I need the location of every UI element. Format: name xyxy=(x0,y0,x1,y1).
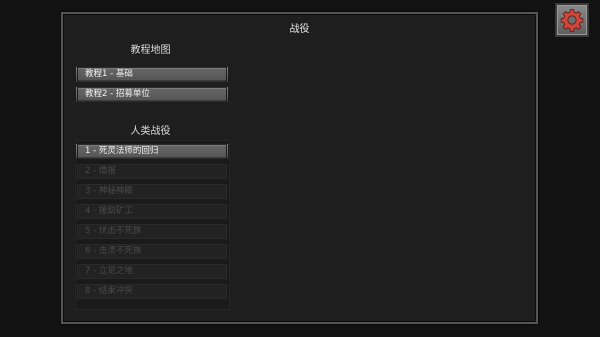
gear-icon xyxy=(560,9,584,32)
mission-button-7: 7 - 立足之地 xyxy=(77,264,227,279)
mission-button-5: 5 - 伏击不死族 xyxy=(77,224,227,239)
campaign-panel: 战役 教程地图 教程1 - 基础 教程2 - 招募单位 人类战役 1 - 死灵法… xyxy=(61,12,538,324)
tutorial-section-title: 教程地图 xyxy=(130,45,171,56)
mission-button-1[interactable]: 1 - 死灵法师的回归 xyxy=(75,143,229,160)
panel-title: 战役 xyxy=(289,24,310,35)
settings-button[interactable] xyxy=(555,3,589,37)
mission-button-8: 8 - 结束冲突 xyxy=(77,284,227,299)
tutorial-list: 教程1 - 基础 教程2 - 招募单位 xyxy=(75,66,229,107)
mission-button-2: 2 - 情报 xyxy=(77,164,227,179)
campaign-section-title: 人类战役 xyxy=(130,126,171,137)
mission-button-4: 4 - 援助矿工 xyxy=(77,204,227,219)
mission-button-3: 3 - 神秘神殿 xyxy=(77,184,227,199)
campaign-list: 1 - 死灵法师的回归 2 - 情报 3 - 神秘神殿 4 - 援助矿工 5 -… xyxy=(75,143,229,304)
tutorial-button-1[interactable]: 教程1 - 基础 xyxy=(75,66,229,83)
tutorial-button-2[interactable]: 教程2 - 招募单位 xyxy=(75,86,229,103)
game-screen: 战役 教程地图 教程1 - 基础 教程2 - 招募单位 人类战役 1 - 死灵法… xyxy=(0,0,600,337)
mission-button-6: 6 - 击溃不死族 xyxy=(77,244,227,259)
